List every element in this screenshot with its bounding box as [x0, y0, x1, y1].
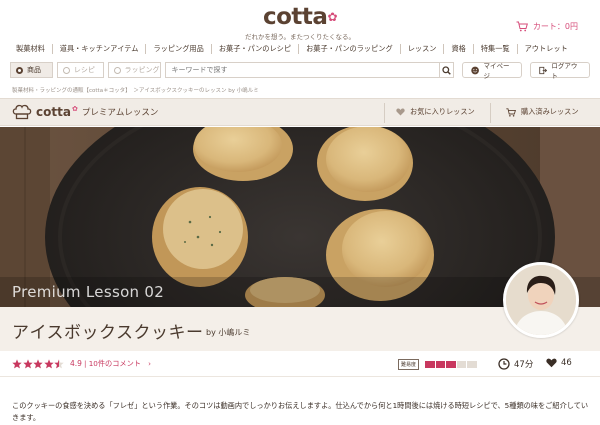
rating-stars [12, 359, 64, 369]
rating-value: 4.9 [70, 359, 82, 368]
instructor-avatar[interactable] [503, 262, 579, 338]
smile-icon [471, 66, 480, 74]
search-tab-label: 商品 [27, 66, 41, 74]
logo-text: cotta✿ [262, 4, 337, 30]
duration-value: 47分 [514, 360, 534, 370]
difficulty-segment [425, 361, 435, 368]
instructor-portrait [506, 265, 576, 335]
comments-link[interactable]: | 10件のコメント › [84, 359, 151, 369]
lesson-description: このクッキーの食感を決める「フレゼ」という作業。そのコツは動画内でしっかりお伝え… [12, 401, 589, 422]
difficulty-segment [446, 361, 456, 368]
nav-item-tools[interactable]: 道具・キッチンアイテム [51, 44, 146, 54]
nav-item-wrapping-supplies[interactable]: ラッピング用品 [145, 44, 210, 54]
heart-icon [546, 358, 557, 368]
divider [490, 103, 491, 123]
search-tab-label: レシピ [73, 66, 95, 74]
search-icon [442, 65, 451, 75]
logout-icon [539, 66, 548, 74]
search-bar: 商品 レシピ ラッピング マイページ ログアウト [10, 62, 590, 80]
brand-flower-icon: ✿ [71, 105, 78, 113]
mypage-label: マイページ [483, 62, 510, 80]
search-button[interactable] [439, 62, 455, 78]
search-tab-products[interactable]: 商品 [10, 62, 53, 78]
nav-item-outlet[interactable]: アウトレット [516, 44, 575, 54]
main-nav: 製菓材料 道具・キッチンアイテム ラッピング用品 お菓子・パンのレシピ お菓子・… [12, 42, 592, 56]
search-tab-wrapping[interactable]: ラッピング [107, 62, 162, 78]
nav-item-wrapping-ideas[interactable]: お菓子・パンのラッピング [298, 44, 400, 54]
difficulty-bar [425, 361, 477, 368]
favorite-lessons-link[interactable]: お気に入りレッスン [396, 107, 475, 117]
purchased-lessons-link[interactable]: 購入済みレッスン [506, 107, 579, 117]
clock-icon [498, 358, 510, 370]
divider [384, 103, 385, 123]
cart-link[interactable]: カート：0円 [516, 21, 578, 32]
breadcrumb[interactable]: 製菓材料・ラッピングの通販【cotta＊コッタ】 ＞アイスボックスクッキーのレッ… [12, 86, 259, 94]
difficulty-segment [456, 361, 467, 368]
star-icon [43, 359, 54, 369]
search-tab-recipes[interactable]: レシピ [56, 62, 104, 78]
difficulty-segment [467, 361, 477, 368]
lesson-author[interactable]: by 小嶋ルミ [206, 327, 250, 338]
nav-item-lessons[interactable]: レッスン [399, 44, 444, 54]
hero-overlay-text: Premium Lesson 02 [12, 283, 165, 301]
radio-icon [16, 66, 23, 74]
radio-icon [113, 66, 121, 74]
cookie [317, 127, 413, 201]
nav-item-ingredients[interactable]: 製菓材料 [12, 44, 52, 54]
search-tab-label: ラッピング [124, 66, 160, 74]
star-icon [33, 359, 43, 369]
tagline: だれかを想う。またつくりたくなる。 [244, 33, 356, 41]
mypage-button[interactable]: マイページ [462, 62, 523, 80]
search-input[interactable] [165, 62, 440, 78]
logo-flower-icon: ✿ [327, 10, 337, 24]
cookie [152, 187, 248, 287]
star-half-icon [54, 359, 64, 369]
cart-small-icon [506, 107, 516, 117]
premium-lesson-bar: cotta ✿ プレミアムレッスン お気に入りレッスン 購入済みレッスン [0, 98, 600, 126]
rating-row: 4.9 | 10件のコメント › 難易度 47分 46 [0, 351, 600, 377]
premium-label: プレミアムレッスン [81, 108, 159, 118]
site-logo[interactable]: cotta✿ だれかを想う。またつくりたくなる。 [0, 4, 600, 41]
lesson-title: アイスボックスクッキー [12, 323, 204, 343]
heart-icon [396, 108, 405, 116]
star-icon [12, 359, 22, 369]
favorite-lessons-label: お気に入りレッスン [410, 107, 475, 116]
purchased-lessons-label: 購入済みレッスン [521, 107, 579, 116]
likes-stat[interactable]: 46 [546, 358, 572, 368]
likes-value: 46 [561, 358, 572, 368]
difficulty-segment [435, 361, 446, 368]
logout-label: ログアウト [551, 62, 578, 80]
chef-hat-icon [12, 104, 32, 120]
premium-brand: cotta [36, 105, 71, 119]
nav-item-qualifications[interactable]: 資格 [443, 44, 472, 54]
cart-icon [516, 21, 528, 32]
duration-stat: 47分 [498, 358, 533, 370]
premium-lesson-logo[interactable]: cotta ✿ プレミアムレッスン [12, 104, 158, 120]
cart-label: カート：0円 [532, 22, 578, 31]
nav-item-recipes[interactable]: お菓子・パンのレシピ [210, 44, 298, 54]
difficulty-label: 難易度 [398, 359, 420, 370]
logout-button[interactable]: ログアウト [530, 62, 590, 80]
nav-item-features[interactable]: 特集一覧 [472, 44, 517, 54]
difficulty-indicator: 難易度 [398, 359, 477, 370]
star-icon [22, 359, 33, 369]
radio-icon [62, 66, 70, 74]
